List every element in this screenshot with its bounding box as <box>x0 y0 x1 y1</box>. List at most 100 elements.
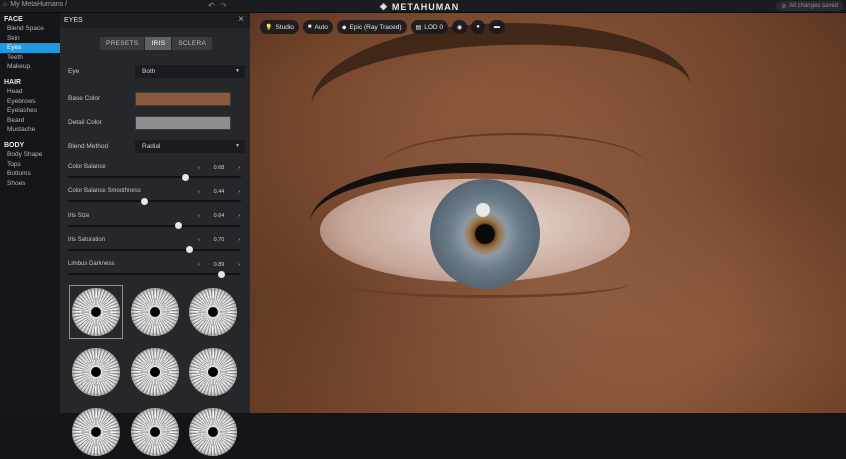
viewport-epic-ray-traced-button[interactable]: ◆ Epic (Ray Traced) <box>336 20 407 34</box>
detail-color-swatch[interactable] <box>135 116 231 130</box>
iris-preset-thumbnail[interactable] <box>128 285 182 339</box>
iris-saturation-stepper[interactable]: ‹ 0.70 › <box>198 236 240 244</box>
iris-saturation-slider-handle[interactable] <box>185 246 193 254</box>
viewport-studio-label: Studio <box>275 23 294 31</box>
limbus-darkness-decrement-icon[interactable]: ‹ <box>198 262 200 268</box>
sidebar-item-head[interactable]: Head <box>0 87 60 97</box>
sidebar-item-shoes[interactable]: Shoes <box>0 179 60 189</box>
base-color-label: Base Color <box>68 95 101 102</box>
color-balance-smoothness-decrement-icon[interactable]: ‹ <box>198 189 200 195</box>
save-status-text: All changes saved <box>789 3 838 9</box>
color-balance-increment-icon[interactable]: › <box>238 165 240 171</box>
pupil-shape <box>206 425 220 439</box>
iris-size-decrement-icon[interactable]: ‹ <box>198 213 200 219</box>
iris-preset-image <box>131 288 179 336</box>
viewport-lod-0-button[interactable]: ▤ LOD 0 <box>410 20 449 34</box>
iris-preset-thumbnail[interactable] <box>69 285 123 339</box>
color-balance-smoothness-increment-icon[interactable]: › <box>238 189 240 195</box>
sidebar-item-makeup[interactable]: Makeup <box>0 62 60 72</box>
lod-icon: ▤ <box>415 24 422 31</box>
iris-preset-thumbnail[interactable] <box>69 345 123 399</box>
color-balance-smoothness-stepper[interactable]: ‹ 0.44 › <box>198 188 240 196</box>
eye-label: Eye <box>68 68 80 75</box>
iris-preset-image <box>72 288 120 336</box>
iris-size-slider-handle[interactable] <box>175 222 183 230</box>
color-balance-smoothness-slider-handle[interactable] <box>140 197 148 205</box>
tab-iris[interactable]: IRIS <box>145 37 172 50</box>
sidebar-item-tops[interactable]: Tops <box>0 160 60 170</box>
iris-saturation-increment-icon[interactable]: › <box>238 237 240 243</box>
check-icon: ⊘ <box>781 3 787 10</box>
iris-size-stepper[interactable]: ‹ 0.64 › <box>198 212 240 220</box>
iris-saturation-slider[interactable] <box>68 246 241 254</box>
iris-preset-image <box>189 408 237 456</box>
caret-down-icon: ▼ <box>235 143 240 149</box>
color-balance-decrement-icon[interactable]: ‹ <box>198 165 200 171</box>
iris-preset-thumbnail[interactable] <box>186 285 240 339</box>
eye-dropdown[interactable]: Both ▼ <box>135 65 245 78</box>
blend-method-dropdown[interactable]: Radial ▼ <box>135 140 245 153</box>
redo-icon[interactable]: ↷ <box>220 1 227 10</box>
tab-presets[interactable]: PRESETS <box>100 37 145 50</box>
color-balance-slider[interactable] <box>68 173 241 181</box>
iris-size-slider[interactable] <box>68 222 241 230</box>
limbus-darkness-slider[interactable] <box>68 270 241 278</box>
sidebar-item-blend-space[interactable]: Blend Space <box>0 24 60 34</box>
sidebar-item-skin[interactable]: Skin <box>0 34 60 44</box>
pupil-shape <box>89 305 103 319</box>
viewport-head-button[interactable]: ● <box>471 20 485 34</box>
sidebar-item-beard[interactable]: Beard <box>0 116 60 126</box>
caret-down-icon: ▼ <box>235 68 240 74</box>
iris-preset-image <box>72 348 120 396</box>
tab-sclera[interactable]: SCLERA <box>172 37 213 50</box>
base-color-swatch[interactable] <box>135 92 231 106</box>
iris-preset-thumbnail[interactable] <box>128 345 182 399</box>
eyes-panel: EYES × PRESETS IRIS SCLERA Eye Both ▼ Base… <box>60 13 250 456</box>
viewport-studio-button[interactable]: 💡 Studio <box>260 20 299 34</box>
pupil-shape <box>89 365 103 379</box>
panel-title: EYES <box>64 17 83 24</box>
iris-size-increment-icon[interactable]: › <box>238 213 240 219</box>
pupil-shape <box>148 365 162 379</box>
iris-saturation-value: 0.70 <box>213 237 225 244</box>
panel-header: EYES × <box>60 13 250 28</box>
viewport-grid-button[interactable]: ▬ <box>488 20 505 34</box>
sidebar-item-eyes[interactable]: Eyes <box>0 43 60 53</box>
sidebar-item-mustache[interactable]: Mustache <box>0 125 60 135</box>
limbus-darkness-label: Limbus Darkness <box>68 261 115 268</box>
color-balance-slider-handle[interactable] <box>182 173 190 181</box>
pupil-shape <box>89 425 103 439</box>
iris-preset-thumbnail[interactable] <box>69 405 123 459</box>
iris-preset-thumbnail[interactable] <box>128 405 182 459</box>
viewport-lod-0-label: LOD 0 <box>424 23 444 31</box>
panel-tabs: PRESETS IRIS SCLERA <box>100 37 213 50</box>
blend-method-value: Radial <box>142 143 161 150</box>
limbus-darkness-slider-handle[interactable] <box>218 270 226 278</box>
sidebar-section-face: FACE <box>4 16 23 23</box>
viewport-globe-button[interactable]: ◉ <box>452 20 468 34</box>
close-icon[interactable]: × <box>238 14 244 25</box>
breadcrumb-label: My MetaHumans / <box>10 1 68 8</box>
sidebar-item-body-shape[interactable]: Body Shape <box>0 150 60 160</box>
color-balance-label: Color Balance <box>68 164 106 170</box>
sidebar-item-teeth[interactable]: Teeth <box>0 53 60 63</box>
iris-preset-thumbnail[interactable] <box>186 405 240 459</box>
sidebar-item-bottoms[interactable]: Bottoms <box>0 169 60 179</box>
iris-preset-thumbnail[interactable] <box>186 345 240 399</box>
sidebar-item-eyebrows[interactable]: Eyebrows <box>0 97 60 107</box>
iris-preset-image <box>131 348 179 396</box>
viewport[interactable]: 💡 Studio ■ Auto ◆ Epic (Ray Traced) ▤ LOD 0 ◉ ● ▬ <box>250 13 846 413</box>
save-status-badge: ⊘ All changes saved <box>776 1 843 11</box>
color-balance-smoothness-slider[interactable] <box>68 197 241 205</box>
viewport-toolbar: 💡 Studio ■ Auto ◆ Epic (Ray Traced) ▤ LOD 0 ◉ ● ▬ <box>260 20 505 34</box>
limbus-darkness-stepper[interactable]: ‹ 0.89 › <box>198 261 240 269</box>
color-balance-stepper[interactable]: ‹ 0.68 › <box>198 164 240 172</box>
breadcrumb[interactable]: ⌂ My MetaHumans / <box>3 1 67 8</box>
sidebar-item-eyelashes[interactable]: Eyelashes <box>0 106 60 116</box>
undo-icon[interactable]: ↶ <box>208 1 215 10</box>
iris-saturation-decrement-icon[interactable]: ‹ <box>198 237 200 243</box>
viewport-auto-button[interactable]: ■ Auto <box>302 20 333 34</box>
limbus-darkness-increment-icon[interactable]: › <box>238 262 240 268</box>
